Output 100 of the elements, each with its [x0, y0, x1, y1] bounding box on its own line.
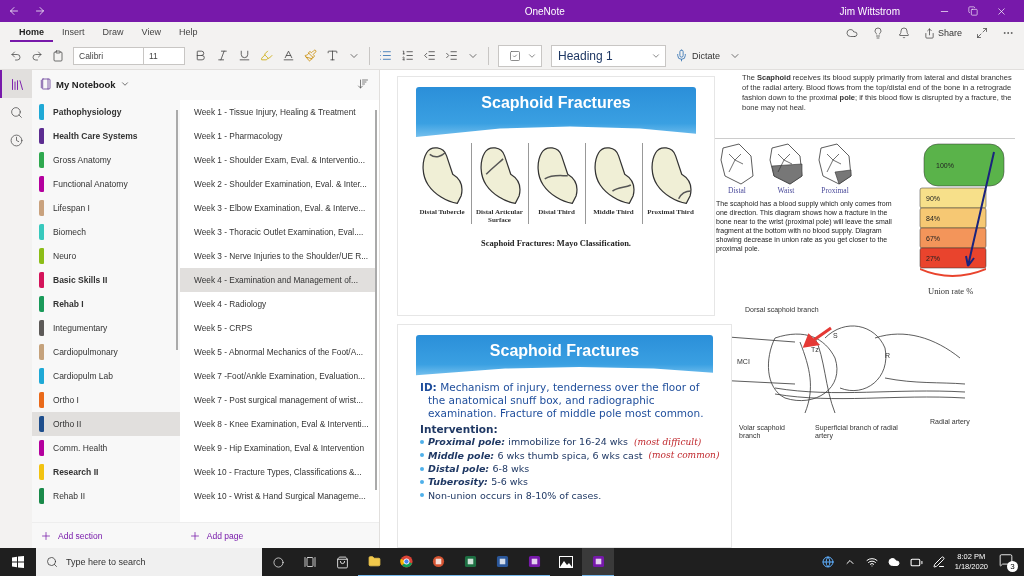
share-button[interactable]: Share [923, 27, 962, 39]
taskbar-search-field[interactable]: Type here to search [36, 548, 262, 576]
bone-vessel-drawing [815, 142, 855, 186]
app-icon [431, 554, 445, 568]
circle-icon [272, 556, 284, 568]
numbered-list-icon[interactable] [401, 49, 414, 62]
page-item[interactable]: Week 9 - Hip Examination, Eval & Intervention [180, 436, 375, 460]
share-icon [923, 27, 935, 39]
slide-title: Scaphoid Fractures [489, 342, 640, 361]
page-item[interactable]: Week 1 - Tissue Injury, Healing & Treatment [180, 100, 375, 124]
clipboard-icon[interactable] [52, 49, 64, 62]
forward-arrow-icon[interactable] [34, 5, 46, 17]
page-item[interactable]: Week 5 - Abnormal Mechanics of the Foot/A... [180, 340, 375, 364]
add-page-button[interactable]: Add page [180, 523, 379, 548]
bullet-icon [420, 493, 424, 498]
folder-icon [367, 554, 381, 568]
photos-icon [559, 556, 573, 568]
section-item[interactable]: Lifespan I [32, 196, 180, 220]
page-item[interactable]: Week 7 - Post surgical management of wrist... [180, 388, 375, 412]
style-dropdown[interactable]: Heading 1 [551, 44, 666, 67]
page-item[interactable]: Week 2 - Shoulder Examination, Eval. & Inter... [180, 172, 375, 196]
section-item[interactable]: Biomech [32, 220, 180, 244]
undo-icon[interactable] [10, 49, 22, 62]
app-icon [463, 554, 477, 568]
app-icon [527, 554, 541, 568]
section-item[interactable]: Rehab I [32, 292, 180, 316]
notebook-selector[interactable]: My Notebook [40, 78, 130, 90]
clock-icon [9, 133, 23, 147]
ribbon-tab[interactable]: View [132, 27, 170, 42]
page-item[interactable]: Week 1 - Pharmacology [180, 124, 375, 148]
page-item[interactable]: Week 4 - Examination and Management of... [180, 268, 375, 292]
page-item[interactable]: Week 7 -Foot/Ankle Examination, Evaluation... [180, 364, 375, 388]
page-item[interactable]: Week 3 - Elbow Examination, Eval. & Interve... [180, 196, 375, 220]
cloud-icon[interactable] [887, 556, 900, 568]
notebook-icon [40, 78, 52, 90]
back-arrow-icon[interactable] [8, 5, 20, 17]
page-item[interactable]: Week 5 - CRPS [180, 316, 375, 340]
ribbon-tab[interactable]: Help [169, 27, 207, 42]
bold-icon[interactable] [194, 49, 207, 62]
section-item[interactable]: Rehab II [32, 484, 180, 508]
ribbon-tab[interactable]: Draw [93, 27, 133, 42]
page-item[interactable]: Week 4 - Radiology [180, 292, 375, 316]
bullet-list-icon[interactable] [379, 49, 392, 62]
expand-icon[interactable] [976, 27, 988, 39]
ribbon-tab[interactable]: Insert [53, 27, 94, 42]
bullet-text: Middle pole: 6 wks thumb spica, 6 wks cast [428, 448, 643, 462]
italic-icon[interactable] [216, 49, 229, 62]
page-item[interactable]: Week 3 - Thoracic Outlet Examination, Eval.... [180, 220, 375, 244]
search-icon [9, 105, 23, 119]
page-item[interactable]: Week 10 - Fracture Types, Classifications &... [180, 460, 375, 484]
add-section-button[interactable]: Add section [32, 523, 181, 548]
task-view-icon [304, 556, 316, 568]
text-style-icon[interactable] [326, 49, 339, 62]
dictate-button[interactable]: Dictate [675, 49, 720, 62]
section-item[interactable]: Pathophysiology [32, 100, 180, 124]
microphone-icon [675, 49, 688, 62]
sort-button[interactable] [357, 78, 369, 90]
slide-title: Scaphoid Fractures [481, 94, 631, 113]
bone-vessel-drawing [717, 142, 757, 186]
font-color-icon[interactable] [282, 49, 295, 62]
window-title: OneNote [523, 5, 566, 17]
page-item[interactable]: Week 1 - Shoulder Exam, Eval. & Interventio... [180, 148, 375, 172]
browser-icon [399, 554, 413, 568]
slide-paragraph: ID: Mechanism of injury, tenderness over the floor of the anatomical snuff box, and radiographic examination. Fracture of middle pole most common. [420, 381, 705, 421]
section-item[interactable]: Comm. Health [32, 436, 180, 460]
chart-label: Union rate % [928, 286, 974, 296]
section-item[interactable]: Integumentary [32, 316, 180, 340]
pen-icon[interactable] [932, 556, 945, 568]
section-item[interactable]: Cardiopulm Lab [32, 364, 180, 388]
restore-icon [968, 6, 978, 16]
section-item[interactable]: Basic Skills II [32, 268, 180, 292]
indent-icon[interactable] [445, 49, 458, 62]
section-item[interactable]: Functional Anatomy [32, 172, 180, 196]
wifi-icon[interactable] [865, 556, 878, 568]
notifications-button[interactable]: 3 [998, 552, 1018, 572]
section-item[interactable]: Health Care Systems [32, 124, 180, 148]
bullet-text: Tuberosity: 5-6 wks [428, 475, 528, 489]
section-item[interactable]: Ortho I [32, 388, 180, 412]
bullet-icon [420, 466, 424, 471]
page-item[interactable]: Week 8 - Knee Examination, Eval & Interventi... [180, 412, 375, 436]
cloud-sync-icon[interactable] [845, 27, 858, 39]
globe-icon[interactable] [821, 556, 834, 568]
onenote-app-button[interactable] [582, 547, 614, 576]
section-item[interactable]: Research II [32, 460, 180, 484]
page-item[interactable]: Week 10 - Wrist & Hand Surgical Manageme... [180, 484, 375, 508]
redo-icon[interactable] [31, 49, 43, 62]
section-item[interactable]: Gross Anatomy [32, 148, 180, 172]
section-item[interactable]: Ortho II [32, 412, 180, 436]
lightbulb-icon[interactable] [871, 27, 884, 39]
section-item[interactable]: Cardiopulmonary [32, 340, 180, 364]
font-field[interactable]: Calibri 11 [73, 46, 185, 65]
bullet-icon [420, 440, 424, 444]
bell-icon[interactable] [897, 27, 910, 39]
outdent-icon[interactable] [423, 49, 436, 62]
page-item[interactable]: Week 3 - Nerve Injuries to the Shoulder/UE R... [180, 244, 375, 268]
underline-icon[interactable] [238, 49, 251, 62]
tag-dropdown[interactable] [498, 44, 542, 67]
app-icon [495, 554, 509, 568]
section-item[interactable]: Neuro [32, 244, 180, 268]
notebooks-button[interactable] [0, 70, 34, 98]
